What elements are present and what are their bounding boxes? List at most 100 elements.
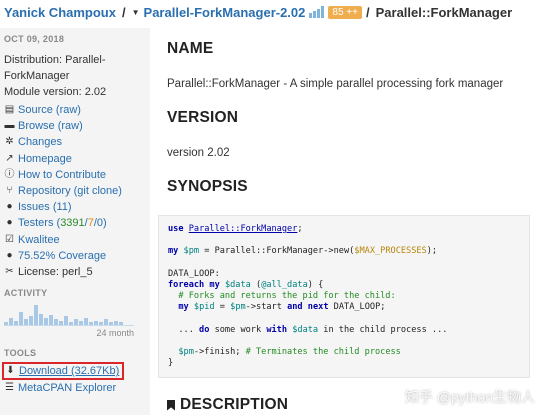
activity-bar <box>74 319 78 326</box>
sidebar-item-browse[interactable]: ▬ Browse (raw) <box>4 118 150 134</box>
code-text: DATA_LOOP; <box>328 302 386 313</box>
code-comment: # Forks and returns the pid for the chil… <box>168 291 396 302</box>
code-variable: $pid <box>193 302 215 313</box>
distribution-link[interactable]: Parallel-ForkManager-2.02 <box>144 5 306 20</box>
bookmark-icon[interactable] <box>167 399 175 411</box>
code-keyword: do <box>199 324 210 335</box>
sidebar-item-label[interactable]: Changes <box>18 134 62 150</box>
code-fork-icon: ⑂ <box>6 185 13 197</box>
sidebar-item-homepage[interactable]: ↗ Homepage <box>4 151 150 167</box>
sidebar-item-issues[interactable]: ● Issues (11) <box>4 199 150 215</box>
activity-bar <box>109 322 113 326</box>
gears-icon: ✲ <box>5 136 14 148</box>
activity-bar <box>39 314 43 326</box>
heading-description: DESCRIPTION <box>167 396 288 414</box>
sidebar-item-label[interactable]: MetaCPAN Explorer <box>18 380 116 396</box>
release-date: OCT 09, 2018 <box>4 34 65 44</box>
license-label: License: perl_5 <box>18 266 93 279</box>
sidebar-item-repository[interactable]: ⑂ Repository (git clone) <box>4 183 150 199</box>
description-heading-text: DESCRIPTION <box>180 396 289 413</box>
code-variable: @all_data <box>261 280 308 291</box>
code-keyword: my <box>209 280 220 291</box>
code-text: = Parallel::ForkManager->new( <box>199 246 355 257</box>
version-text: version 2.02 <box>167 147 230 159</box>
tint-icon: ● <box>6 249 13 261</box>
testers-label[interactable]: Testers ( <box>18 215 60 231</box>
sidebar-item-label[interactable]: 75.52% Coverage <box>18 248 106 264</box>
watermark: 知乎 @python生物人 <box>404 389 535 405</box>
sidebar-links: ▤ Source (raw) ▬ Browse (raw) ✲ Changes … <box>4 102 150 280</box>
code-variable: $pm <box>178 347 194 358</box>
download-label[interactable]: Download (32.67Kb) <box>19 364 119 378</box>
download-link[interactable]: ⬇ Download (32.67Kb) <box>2 362 125 381</box>
code-text: some work <box>209 324 267 335</box>
tools-section: TOOLS ⬇ Download (32.67Kb) ☰ MetaCPAN Ex… <box>2 348 150 396</box>
code-text: ); <box>426 246 438 257</box>
code-keyword: use <box>168 224 184 234</box>
tools-title: TOOLS <box>4 348 37 359</box>
distribution-info: Distribution: Parallel- ForkManager Modu… <box>4 52 150 100</box>
sidebar-item-label[interactable]: Repository (git clone) <box>18 183 122 199</box>
sidebar-item-label[interactable]: Issues (11) <box>18 199 72 215</box>
sidebar-item-kwalitee[interactable]: ☑ Kwalitee <box>4 232 150 248</box>
author-link[interactable]: Yanick Champoux <box>4 5 116 20</box>
breadcrumb-separator: / <box>121 4 126 20</box>
river-gauge-icon <box>309 6 325 18</box>
code-text: DATA_LOOP: <box>168 268 220 279</box>
gavel-icon: ✂ <box>5 266 14 278</box>
file-code-icon: ▤ <box>4 104 15 115</box>
code-text: ) { <box>307 280 324 291</box>
exclamation-circle-icon: ● <box>6 201 13 213</box>
heading-version: VERSION <box>167 109 239 126</box>
sidebar-item-label[interactable]: How to Contribute <box>18 167 106 183</box>
sidebar-item-coverage[interactable]: ● 75.52% Coverage <box>4 248 150 264</box>
activity-bar <box>104 319 108 326</box>
activity-bar <box>94 321 98 326</box>
distribution-label: Distribution: Parallel- <box>4 54 106 66</box>
sidebar-item-contribute[interactable]: ⓘ How to Contribute <box>4 167 150 183</box>
activity-bar <box>49 315 53 326</box>
sidebar-item-metacpan-explorer[interactable]: ☰ MetaCPAN Explorer <box>4 380 150 396</box>
code-keyword: foreach <box>168 280 205 291</box>
name-text: Parallel::ForkManager - A simple paralle… <box>167 78 504 90</box>
activity-bar <box>79 321 83 326</box>
plusplus-badge[interactable]: 85 ++ <box>328 5 362 19</box>
checkbox-icon: ☑ <box>5 233 14 245</box>
activity-title: ACTIVITY <box>4 288 48 299</box>
code-keyword: next <box>307 302 329 313</box>
sidebar-item-label[interactable]: Homepage <box>18 151 72 167</box>
code-package-link[interactable]: Parallel::ForkManager <box>189 224 298 234</box>
module-version: Module version: 2.02 <box>4 86 107 98</box>
activity-bar <box>29 316 33 326</box>
sidebar-item-label[interactable]: Browse (raw) <box>18 118 83 134</box>
breadcrumb: Yanick Champoux / ▼ Parallel-ForkManager… <box>0 0 539 24</box>
activity-bar <box>19 312 23 326</box>
activity-bar <box>64 316 68 326</box>
sidebar-item-label[interactable]: Kwalitee <box>18 232 60 248</box>
folder-icon: ▬ <box>4 120 15 132</box>
sidebar-item-changes[interactable]: ✲ Changes <box>4 134 150 150</box>
sidebar-item-testers[interactable]: ● Testers (3391 / 7 / 0) <box>4 215 150 231</box>
activity-bar <box>54 319 58 326</box>
code-text: ( <box>250 280 262 291</box>
code-text: = <box>214 302 231 313</box>
sidebar-item-label[interactable]: Source (raw) <box>18 102 81 118</box>
code-variable: $data <box>224 280 251 291</box>
code-text: } <box>168 358 174 369</box>
external-link-icon: ↗ <box>5 152 14 164</box>
heading-name: NAME <box>167 40 214 57</box>
activity-sparkline <box>4 304 134 327</box>
activity-range: 24 month <box>96 328 134 339</box>
download-icon: ⬇ <box>6 365 15 377</box>
caret-down-icon[interactable]: ▼ <box>132 8 140 17</box>
sidebar-item-source[interactable]: ▤ Source (raw) <box>4 102 150 118</box>
code-text: in the child process ... <box>318 324 448 335</box>
code-keyword: and <box>287 302 303 313</box>
activity-bar <box>84 318 88 326</box>
activity-bar <box>4 322 8 326</box>
activity-section: ACTIVITY 24 month <box>4 288 150 338</box>
activity-bar <box>69 322 73 326</box>
activity-bar <box>89 322 93 326</box>
code-variable: $MAX_PROCESSES <box>354 246 427 257</box>
sidebar-item-license: ✂ License: perl_5 <box>4 264 150 280</box>
